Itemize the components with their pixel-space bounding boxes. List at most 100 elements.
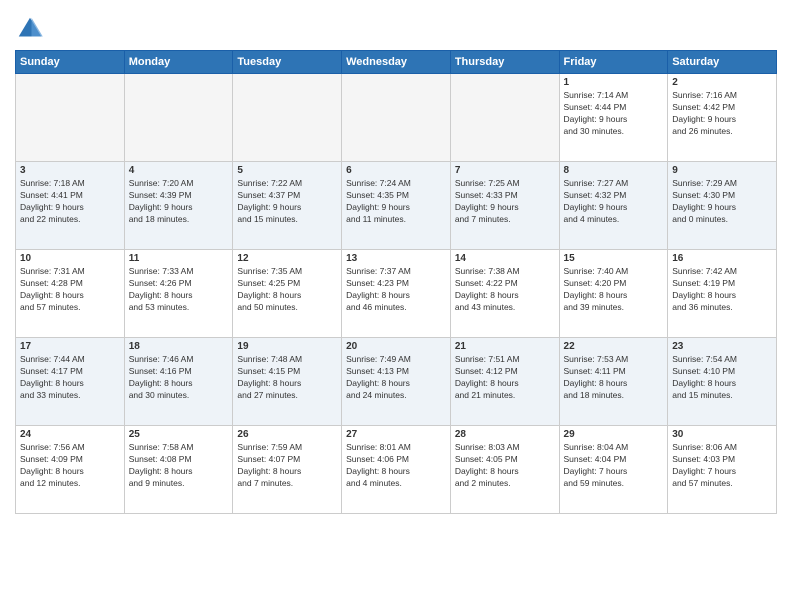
day-info: Sunrise: 8:06 AM Sunset: 4:03 PM Dayligh…: [672, 442, 772, 490]
day-cell: 21 Sunrise: 7:51 AM Sunset: 4:12 PM Dayli…: [450, 338, 559, 426]
day-number: 7: [455, 165, 555, 176]
day-number: 25: [129, 429, 229, 440]
page: SundayMondayTuesdayWednesdayThursdayFrid…: [0, 0, 792, 612]
day-info: Sunrise: 8:04 AM Sunset: 4:04 PM Dayligh…: [564, 442, 664, 490]
day-cell: 25Sunrise: 7:58 AM Sunset: 4:08 PM Dayli…: [124, 426, 233, 514]
day-cell: 19 Sunrise: 7:48 AM Sunset: 4:15 PM Dayli…: [233, 338, 342, 426]
day-header-sunday: Sunday: [16, 51, 125, 74]
day-cell: 16 Sunrise: 7:42 AM Sunset: 4:19 PM Dayli…: [668, 250, 777, 338]
day-info: Sunrise: 8:01 AM Sunset: 4:06 PM Dayligh…: [346, 442, 446, 490]
day-header-wednesday: Wednesday: [342, 51, 451, 74]
day-cell: 12Sunrise: 7:35 AM Sunset: 4:25 PM Dayli…: [233, 250, 342, 338]
day-info: Sunrise: 7:35 AM Sunset: 4:25 PM Dayligh…: [237, 266, 337, 314]
week-row-2: 3 Sunrise: 7:18 AM Sunset: 4:41 PM Daylig…: [16, 162, 777, 250]
logo-icon: [15, 14, 45, 44]
day-header-saturday: Saturday: [668, 51, 777, 74]
day-info: Sunrise: 7:51 AM Sunset: 4:12 PM Dayligh…: [455, 354, 555, 402]
day-info: Sunrise: 7:56 AM Sunset: 4:09 PM Dayligh…: [20, 442, 120, 490]
day-cell: 11Sunrise: 7:33 AM Sunset: 4:26 PM Dayli…: [124, 250, 233, 338]
day-number: 22: [564, 341, 664, 352]
day-cell: 28 Sunrise: 8:03 AM Sunset: 4:05 PM Dayli…: [450, 426, 559, 514]
day-number: 20: [346, 341, 446, 352]
day-info: Sunrise: 7:16 AM Sunset: 4:42 PM Dayligh…: [672, 90, 772, 138]
day-info: Sunrise: 7:48 AM Sunset: 4:15 PM Dayligh…: [237, 354, 337, 402]
calendar-body: 1 Sunrise: 7:14 AM Sunset: 4:44 PM Daylig…: [16, 74, 777, 514]
week-row-1: 1 Sunrise: 7:14 AM Sunset: 4:44 PM Daylig…: [16, 74, 777, 162]
day-info: Sunrise: 7:46 AM Sunset: 4:16 PM Dayligh…: [129, 354, 229, 402]
calendar-header: SundayMondayTuesdayWednesdayThursdayFrid…: [16, 51, 777, 74]
day-info: Sunrise: 7:37 AM Sunset: 4:23 PM Dayligh…: [346, 266, 446, 314]
day-cell: 15 Sunrise: 7:40 AM Sunset: 4:20 PM Dayli…: [559, 250, 668, 338]
day-cell: 8 Sunrise: 7:27 AM Sunset: 4:32 PM Daylig…: [559, 162, 668, 250]
day-cell: 6 Sunrise: 7:24 AM Sunset: 4:35 PM Daylig…: [342, 162, 451, 250]
day-number: 4: [129, 165, 229, 176]
day-number: 26: [237, 429, 337, 440]
day-info: Sunrise: 7:24 AM Sunset: 4:35 PM Dayligh…: [346, 178, 446, 226]
day-cell: 5 Sunrise: 7:22 AM Sunset: 4:37 PM Daylig…: [233, 162, 342, 250]
day-header-monday: Monday: [124, 51, 233, 74]
day-cell: 7 Sunrise: 7:25 AM Sunset: 4:33 PM Daylig…: [450, 162, 559, 250]
day-info: Sunrise: 8:03 AM Sunset: 4:05 PM Dayligh…: [455, 442, 555, 490]
day-info: Sunrise: 7:40 AM Sunset: 4:20 PM Dayligh…: [564, 266, 664, 314]
day-header-friday: Friday: [559, 51, 668, 74]
day-info: Sunrise: 7:33 AM Sunset: 4:26 PM Dayligh…: [129, 266, 229, 314]
day-info: Sunrise: 7:53 AM Sunset: 4:11 PM Dayligh…: [564, 354, 664, 402]
header-row: SundayMondayTuesdayWednesdayThursdayFrid…: [16, 51, 777, 74]
day-number: 24: [20, 429, 120, 440]
day-number: 18: [129, 341, 229, 352]
day-cell: 2 Sunrise: 7:16 AM Sunset: 4:42 PM Daylig…: [668, 74, 777, 162]
day-number: 14: [455, 253, 555, 264]
week-row-3: 10 Sunrise: 7:31 AM Sunset: 4:28 PM Dayli…: [16, 250, 777, 338]
day-number: 10: [20, 253, 120, 264]
day-number: 19: [237, 341, 337, 352]
day-cell: 18 Sunrise: 7:46 AM Sunset: 4:16 PM Dayli…: [124, 338, 233, 426]
day-cell: 3 Sunrise: 7:18 AM Sunset: 4:41 PM Daylig…: [16, 162, 125, 250]
day-header-tuesday: Tuesday: [233, 51, 342, 74]
day-cell: 9Sunrise: 7:29 AM Sunset: 4:30 PM Daylig…: [668, 162, 777, 250]
day-number: 8: [564, 165, 664, 176]
day-number: 13: [346, 253, 446, 264]
header: [15, 10, 777, 44]
day-number: 29: [564, 429, 664, 440]
day-number: 3: [20, 165, 120, 176]
day-info: Sunrise: 7:25 AM Sunset: 4:33 PM Dayligh…: [455, 178, 555, 226]
day-info: Sunrise: 7:22 AM Sunset: 4:37 PM Dayligh…: [237, 178, 337, 226]
day-info: Sunrise: 7:42 AM Sunset: 4:19 PM Dayligh…: [672, 266, 772, 314]
day-cell: 26Sunrise: 7:59 AM Sunset: 4:07 PM Dayli…: [233, 426, 342, 514]
day-cell: [124, 74, 233, 162]
day-number: 5: [237, 165, 337, 176]
day-info: Sunrise: 7:54 AM Sunset: 4:10 PM Dayligh…: [672, 354, 772, 402]
day-cell: 4Sunrise: 7:20 AM Sunset: 4:39 PM Daylig…: [124, 162, 233, 250]
day-number: 6: [346, 165, 446, 176]
day-cell: [342, 74, 451, 162]
day-number: 15: [564, 253, 664, 264]
day-number: 21: [455, 341, 555, 352]
day-number: 27: [346, 429, 446, 440]
day-info: Sunrise: 7:49 AM Sunset: 4:13 PM Dayligh…: [346, 354, 446, 402]
day-info: Sunrise: 7:38 AM Sunset: 4:22 PM Dayligh…: [455, 266, 555, 314]
day-number: 28: [455, 429, 555, 440]
day-cell: 24 Sunrise: 7:56 AM Sunset: 4:09 PM Dayli…: [16, 426, 125, 514]
logo: [15, 14, 49, 44]
day-header-thursday: Thursday: [450, 51, 559, 74]
day-number: 23: [672, 341, 772, 352]
day-number: 30: [672, 429, 772, 440]
day-info: Sunrise: 7:44 AM Sunset: 4:17 PM Dayligh…: [20, 354, 120, 402]
day-cell: [450, 74, 559, 162]
day-cell: [233, 74, 342, 162]
day-number: 2: [672, 77, 772, 88]
day-info: Sunrise: 7:18 AM Sunset: 4:41 PM Dayligh…: [20, 178, 120, 226]
day-cell: 30 Sunrise: 8:06 AM Sunset: 4:03 PM Dayli…: [668, 426, 777, 514]
day-cell: [16, 74, 125, 162]
week-row-4: 17Sunrise: 7:44 AM Sunset: 4:17 PM Dayli…: [16, 338, 777, 426]
calendar: SundayMondayTuesdayWednesdayThursdayFrid…: [15, 50, 777, 514]
day-number: 9: [672, 165, 772, 176]
day-info: Sunrise: 7:27 AM Sunset: 4:32 PM Dayligh…: [564, 178, 664, 226]
day-info: Sunrise: 7:31 AM Sunset: 4:28 PM Dayligh…: [20, 266, 120, 314]
day-number: 16: [672, 253, 772, 264]
day-info: Sunrise: 7:14 AM Sunset: 4:44 PM Dayligh…: [564, 90, 664, 138]
day-cell: 14 Sunrise: 7:38 AM Sunset: 4:22 PM Dayli…: [450, 250, 559, 338]
day-cell: 23 Sunrise: 7:54 AM Sunset: 4:10 PM Dayli…: [668, 338, 777, 426]
day-cell: 27 Sunrise: 8:01 AM Sunset: 4:06 PM Dayli…: [342, 426, 451, 514]
day-number: 1: [564, 77, 664, 88]
